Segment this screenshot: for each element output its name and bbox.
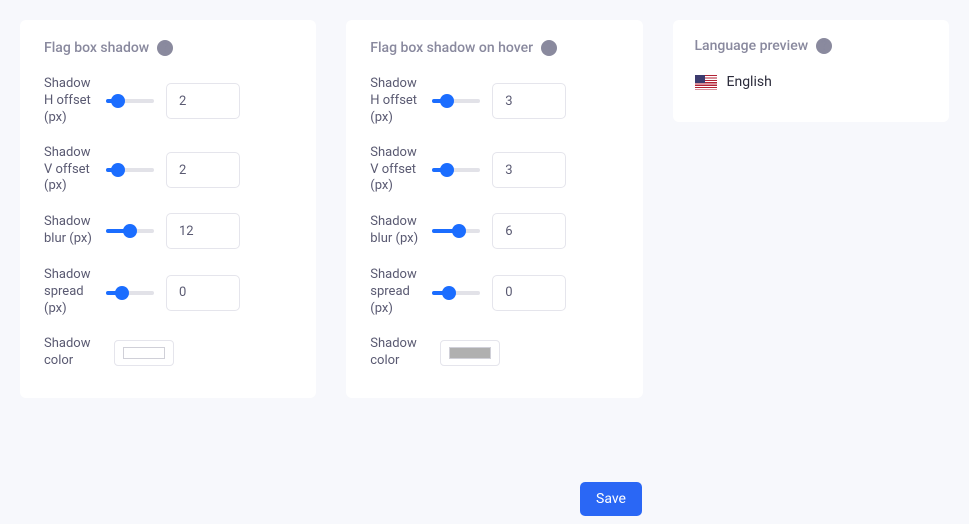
shadow-h-offset-label: Shadow H offset (px) (44, 76, 94, 127)
shadow-color-picker[interactable] (114, 340, 174, 366)
shadow-color-row: Shadow color (44, 336, 292, 370)
shadow-v-offset-label: Shadow V offset (px) (44, 145, 94, 196)
language-preview-panel: Language preview ? English (673, 20, 949, 122)
shadow-spread-slider[interactable] (106, 285, 154, 301)
hover-color-picker[interactable] (440, 340, 500, 366)
hover-h-offset-slider[interactable] (432, 93, 480, 109)
hover-blur-label: Shadow blur (px) (370, 214, 420, 248)
shadow-v-offset-row: Shadow V offset (px) (44, 145, 292, 196)
hover-h-offset-label: Shadow H offset (px) (370, 76, 420, 127)
shadow-v-offset-slider[interactable] (106, 162, 154, 178)
panel-title-row: Language preview ? (695, 38, 927, 54)
us-flag-icon (695, 75, 717, 90)
help-icon[interactable]: ? (816, 38, 832, 54)
shadow-blur-label: Shadow blur (px) (44, 214, 94, 248)
help-icon[interactable]: ? (157, 40, 173, 56)
hover-color-row: Shadow color (370, 336, 618, 370)
panel-title-row: Flag box shadow ? (44, 40, 292, 56)
hover-v-offset-row: Shadow V offset (px) (370, 145, 618, 196)
hover-blur-slider[interactable] (432, 223, 480, 239)
hover-spread-slider[interactable] (432, 285, 480, 301)
hover-v-offset-slider[interactable] (432, 162, 480, 178)
hover-h-offset-input[interactable] (492, 83, 566, 119)
hover-color-swatch (449, 347, 491, 359)
hover-spread-row: Shadow spread (px) (370, 267, 618, 318)
hover-h-offset-row: Shadow H offset (px) (370, 76, 618, 127)
shadow-h-offset-slider[interactable] (106, 93, 154, 109)
shadow-blur-input[interactable] (166, 213, 240, 249)
flag-box-shadow-hover-panel: Flag box shadow on hover ? Shadow H offs… (346, 20, 642, 398)
shadow-spread-row: Shadow spread (px) (44, 267, 292, 318)
hover-color-label: Shadow color (370, 336, 420, 370)
save-button[interactable]: Save (580, 482, 642, 516)
shadow-h-offset-input[interactable] (166, 83, 240, 119)
panel-title-row: Flag box shadow on hover ? (370, 40, 618, 56)
hover-spread-label: Shadow spread (px) (370, 267, 420, 318)
shadow-v-offset-input[interactable] (166, 152, 240, 188)
shadow-color-label: Shadow color (44, 336, 94, 370)
hover-spread-input[interactable] (492, 275, 566, 311)
shadow-h-offset-row: Shadow H offset (px) (44, 76, 292, 127)
shadow-spread-input[interactable] (166, 275, 240, 311)
hover-v-offset-label: Shadow V offset (px) (370, 145, 420, 196)
panel-title: Flag box shadow (44, 40, 149, 56)
shadow-color-swatch (123, 347, 165, 359)
language-preview-row: English (695, 74, 927, 90)
preview-language-label: English (727, 74, 772, 90)
shadow-blur-slider[interactable] (106, 223, 154, 239)
shadow-blur-row: Shadow blur (px) (44, 213, 292, 249)
hover-blur-row: Shadow blur (px) (370, 213, 618, 249)
help-icon[interactable]: ? (541, 40, 557, 56)
flag-box-shadow-panel: Flag box shadow ? Shadow H offset (px) S… (20, 20, 316, 398)
panel-title: Flag box shadow on hover (370, 40, 533, 56)
shadow-spread-label: Shadow spread (px) (44, 267, 94, 318)
panel-title: Language preview (695, 38, 809, 54)
hover-blur-input[interactable] (492, 213, 566, 249)
hover-v-offset-input[interactable] (492, 152, 566, 188)
